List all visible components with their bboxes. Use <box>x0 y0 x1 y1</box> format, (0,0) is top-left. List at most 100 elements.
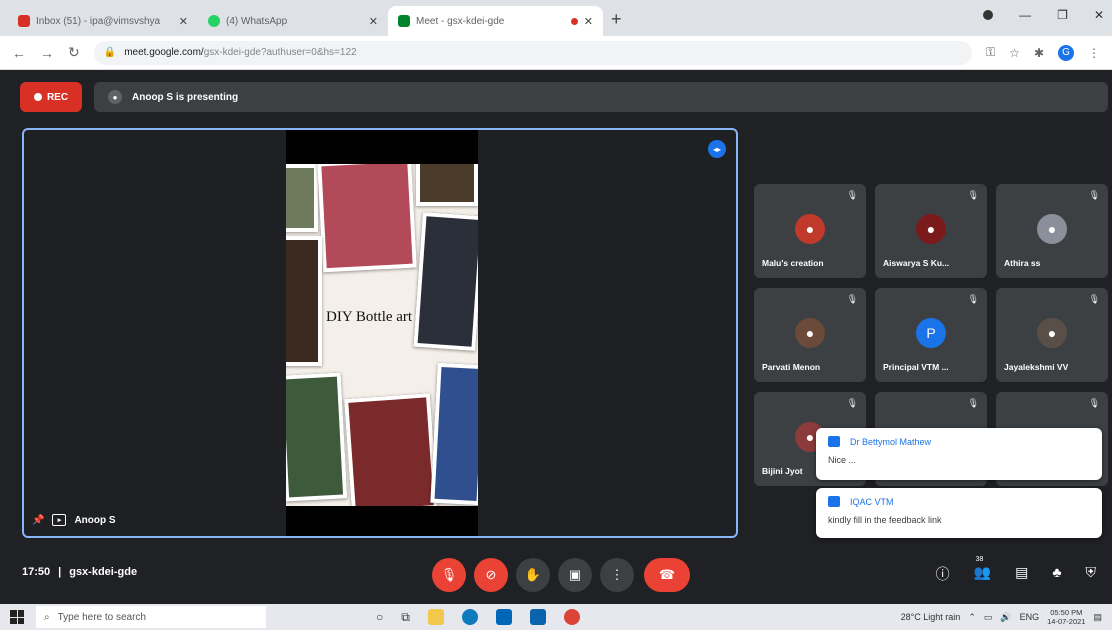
close-tab-icon[interactable]: ✕ <box>584 15 593 28</box>
slide-title: DIY Bottle art <box>326 309 413 325</box>
mail-icon[interactable] <box>529 609 546 625</box>
windows-start-icon[interactable] <box>10 610 24 624</box>
notifications-icon[interactable]: ▤ <box>1093 612 1102 623</box>
url-host: meet.google.com/gsx-kdei-gde?authuser=0&… <box>124 47 356 58</box>
record-dot-icon <box>33 93 42 101</box>
back-icon[interactable]: ← <box>12 45 26 61</box>
cortana-icon[interactable]: ○ <box>376 610 383 624</box>
url-input[interactable]: 🔒 meet.google.com/gsx-kdei-gde?authuser=… <box>93 40 973 65</box>
participant-tile[interactable]: 🎙 P Principal VTM ... <box>875 288 987 382</box>
camera-toggle-button[interactable]: ⊘ <box>474 558 508 592</box>
network-icon[interactable]: ▭ <box>984 612 993 623</box>
mic-muted-icon: 🎙 <box>1088 398 1100 408</box>
present-now-button[interactable]: ▣ <box>558 558 592 592</box>
edge-icon[interactable] <box>461 609 478 625</box>
participant-tile[interactable]: 🎙 ● Jayalekshmi VV <box>996 288 1108 382</box>
photo-thumb <box>317 164 417 273</box>
participant-tile[interactable]: 🎙 ● Parvati Menon <box>754 288 866 382</box>
more-options-button[interactable]: ⋮ <box>600 558 634 592</box>
mic-muted-icon: 🎙 <box>967 294 979 304</box>
participant-tile[interactable]: 🎙 ● Malu's creation <box>754 184 866 278</box>
chat-icon[interactable]: ▤ <box>1015 564 1028 584</box>
url-text: meet.google.com/ <box>124 47 204 58</box>
chat-notification[interactable]: Dr Bettymol Mathew Nice ... <box>816 428 1102 480</box>
participant-name: Jayalekshmi VV <box>1004 362 1069 372</box>
key-icon[interactable]: ⚿ <box>986 45 995 60</box>
participant-tile[interactable]: 🎙 ● Athira ss <box>996 184 1108 278</box>
url-path: gsx-kdei-gde?authuser=0&hs=122 <box>203 47 357 58</box>
avatar: ● <box>1037 214 1067 244</box>
clock[interactable]: 05:50 PM 14-07-2021 <box>1047 608 1085 626</box>
recording-dot-icon <box>570 17 578 25</box>
menu-icon[interactable]: ⋮ <box>1088 46 1100 60</box>
shared-screen: DIY Bottle art <box>286 130 478 536</box>
info-icon[interactable]: ⓘ <box>936 564 950 584</box>
tab-gmail[interactable]: Inbox (51) - ipa@vimsvshya ✕ <box>8 6 198 36</box>
slide-collage: DIY Bottle art <box>286 164 478 506</box>
star-icon[interactable]: ☆ <box>1009 46 1020 60</box>
toolbar-icons: ⚿ ☆ ✱ G ⋮ <box>986 44 1100 61</box>
pinned-apps: ○ ⧉ <box>376 609 580 625</box>
host-controls-icon[interactable]: ⛨ <box>1086 564 1097 584</box>
meet-icon <box>398 15 410 27</box>
mic-muted-icon: 🎙 <box>967 190 979 200</box>
pin-icon[interactable]: 📌 <box>32 515 44 526</box>
whatsapp-icon <box>208 15 220 27</box>
tab-meet[interactable]: Meet - gsx-kdei-gde ✕ <box>388 6 603 36</box>
tab-title: (4) WhatsApp <box>226 15 288 27</box>
window-controls: — ❐ ✕ <box>983 8 1104 22</box>
chrome-icon[interactable] <box>563 609 580 625</box>
participant-tile[interactable]: 🎙 ● Aiswarya S Ku... <box>875 184 987 278</box>
extensions-icon[interactable]: ✱ <box>1034 46 1044 60</box>
close-window-icon[interactable]: ✕ <box>1094 8 1104 22</box>
profile-icon[interactable] <box>983 10 994 20</box>
notification-header: IQAC VTM <box>828 496 1090 507</box>
participant-name: Athira ss <box>1004 258 1041 268</box>
file-explorer-icon[interactable] <box>427 609 444 625</box>
minimize-icon[interactable]: — <box>1019 8 1031 22</box>
clock-date: 14-07-2021 <box>1047 617 1086 626</box>
participant-name: Aiswarya S Ku... <box>883 258 950 268</box>
meeting-code: gsx-kdei-gde <box>69 566 138 578</box>
side-panel-controls: ⓘ 👥 38 ▤ ♣ ⛨ <box>936 556 1097 584</box>
mic-toggle-button[interactable]: 🎙 <box>432 558 466 592</box>
task-view-icon[interactable]: ⧉ <box>401 610 410 625</box>
mic-muted-icon: 🎙 <box>846 294 858 304</box>
account-avatar[interactable]: G <box>1058 44 1074 61</box>
present-screen-icon: ▸ <box>52 514 67 526</box>
chat-notification[interactable]: IQAC VTM kindly fill in the feedback lin… <box>816 488 1102 538</box>
search-placeholder: Type here to search <box>57 611 146 623</box>
close-tab-icon[interactable]: ✕ <box>369 15 378 28</box>
mic-muted-icon: 🎙 <box>846 190 858 200</box>
leave-call-button[interactable]: ☎ <box>644 558 690 592</box>
store-icon[interactable] <box>495 609 512 625</box>
presentation-stage[interactable]: DIY Bottle art ◂▸ 📌 ▸ Anoop S <box>22 128 738 538</box>
forward-icon[interactable]: → <box>40 45 54 61</box>
participant-name: Parvati Menon <box>762 362 821 372</box>
volume-icon[interactable]: 🔊 <box>1000 612 1011 623</box>
tab-whatsapp[interactable]: (4) WhatsApp ✕ <box>198 6 388 36</box>
search-icon: ⌕ <box>44 611 50 623</box>
photo-thumb <box>430 362 478 506</box>
reload-icon[interactable]: ↻ <box>68 44 80 61</box>
browser-tab-bar: Inbox (51) - ipa@vimsvshya ✕ (4) WhatsAp… <box>0 0 1112 36</box>
activities-icon[interactable]: ♣ <box>1052 564 1061 584</box>
screen: Inbox (51) - ipa@vimsvshya ✕ (4) WhatsAp… <box>0 0 1112 630</box>
taskbar-search-input[interactable]: ⌕ Type here to search <box>36 606 266 628</box>
photo-thumb <box>344 393 438 506</box>
participant-name: Bijini Jyot <box>762 466 803 476</box>
photo-thumb <box>286 372 348 502</box>
people-icon[interactable]: 👥 38 <box>974 556 991 584</box>
language-indicator[interactable]: ENG <box>1020 612 1040 622</box>
presenting-banner: ● Anoop S is presenting <box>94 82 1108 112</box>
weather-text[interactable]: 28°C Light rain <box>901 612 961 622</box>
new-tab-button[interactable]: + <box>611 9 622 30</box>
stage-nameplate: 📌 ▸ Anoop S <box>32 514 116 526</box>
chevron-up-icon[interactable]: ⌃ <box>968 612 976 623</box>
chat-icon <box>828 496 840 507</box>
raise-hand-button[interactable]: ✋ <box>516 558 550 592</box>
avatar: ● <box>1037 318 1067 348</box>
restore-icon[interactable]: ❐ <box>1057 8 1068 22</box>
separator: | <box>58 566 62 578</box>
close-tab-icon[interactable]: ✕ <box>179 15 188 28</box>
